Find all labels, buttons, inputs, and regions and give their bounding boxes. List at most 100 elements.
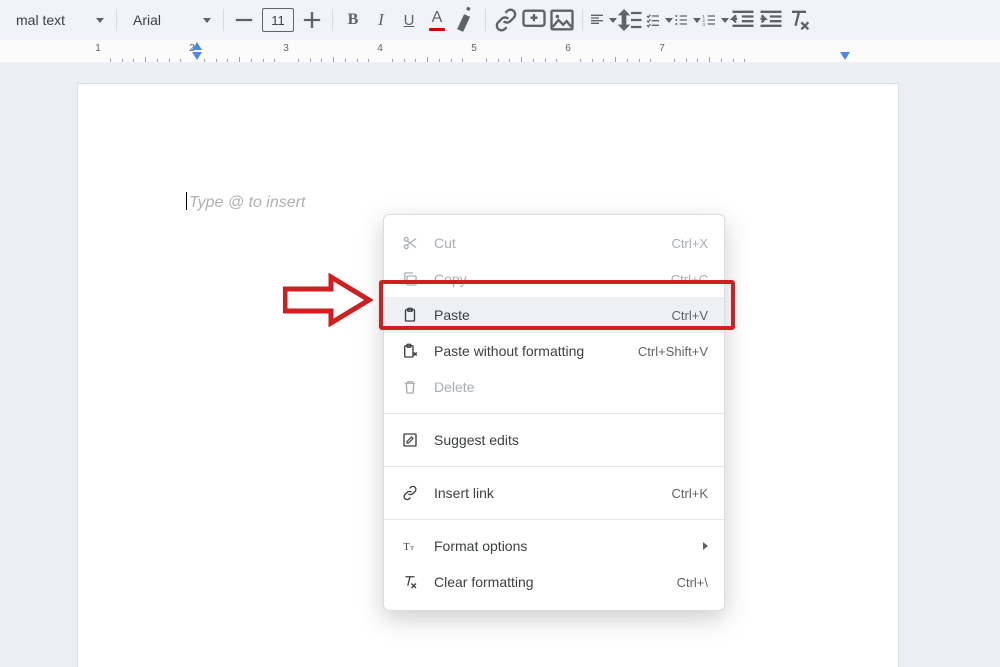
chevron-down-icon [203, 18, 211, 23]
toolbar: mal text Arial 11 B I U A [0, 0, 1000, 41]
clear-formatting-button[interactable] [785, 6, 813, 34]
link-icon [400, 483, 420, 503]
bold-icon: B [348, 11, 359, 29]
separator [332, 9, 333, 31]
italic-button[interactable]: I [367, 6, 395, 34]
font-size-input[interactable]: 11 [262, 8, 294, 32]
menu-item-label: Paste [434, 307, 658, 323]
decrease-indent-button[interactable] [729, 6, 757, 34]
menu-item-shortcut: Ctrl+C [671, 272, 708, 287]
numbered-list-icon: 123 [701, 12, 717, 28]
menu-divider [384, 466, 724, 467]
underline-button[interactable]: U [395, 6, 423, 34]
menu-item-insert-link[interactable]: Insert link Ctrl+K [384, 475, 724, 511]
decrease-font-size-button[interactable] [230, 6, 258, 34]
menu-item-clear-formatting[interactable]: Clear formatting Ctrl+\ [384, 564, 724, 600]
insert-image-button[interactable] [548, 6, 576, 34]
menu-item-paste[interactable]: Paste Ctrl+V [384, 297, 724, 333]
text-cursor [186, 192, 187, 210]
ruler-number: 4 [377, 43, 383, 54]
menu-item-shortcut: Ctrl+Shift+V [638, 344, 708, 359]
menu-item-cut: Cut Ctrl+X [384, 225, 724, 261]
chevron-down-icon [96, 18, 104, 23]
menu-item-shortcut: Ctrl+X [672, 236, 708, 251]
paragraph-style-select[interactable]: mal text [6, 6, 110, 34]
context-menu: Cut Ctrl+X Copy Ctrl+C Paste Ctrl+V Paste with… [383, 214, 725, 611]
menu-item-copy: Copy Ctrl+C [384, 261, 724, 297]
menu-item-label: Delete [434, 379, 694, 395]
checklist-button[interactable] [645, 6, 673, 34]
menu-item-label: Clear formatting [434, 574, 663, 590]
text-color-icon: A [432, 9, 443, 27]
separator [485, 9, 486, 31]
menu-item-format-options[interactable]: TT Format options [384, 528, 724, 564]
document-body[interactable]: Type @ to insert [186, 192, 790, 212]
paste-nf-icon [400, 341, 420, 361]
menu-item-paste-without-formatting[interactable]: Paste without formatting Ctrl+Shift+V [384, 333, 724, 369]
menu-divider [384, 519, 724, 520]
link-icon [492, 6, 520, 34]
ruler-number: 5 [471, 43, 477, 54]
chevron-down-icon [609, 18, 617, 23]
svg-text:3: 3 [702, 22, 705, 27]
separator [582, 9, 583, 31]
separator [223, 9, 224, 31]
bulleted-list-button[interactable] [673, 6, 701, 34]
clear-formatting-icon [785, 6, 813, 34]
add-comment-button[interactable] [520, 6, 548, 34]
numbered-list-button[interactable]: 123 [701, 6, 729, 34]
menu-item-delete: Delete [384, 369, 724, 405]
insert-link-button[interactable] [492, 6, 520, 34]
bold-button[interactable]: B [339, 6, 367, 34]
cut-icon [400, 233, 420, 253]
chevron-down-icon [721, 18, 729, 23]
document-placeholder: Type @ to insert [189, 194, 305, 211]
increase-indent-button[interactable] [757, 6, 785, 34]
decrease-indent-icon [729, 6, 757, 34]
clear-icon [400, 572, 420, 592]
font-family-label: Arial [133, 12, 161, 28]
ruler: 1234567 [0, 40, 1000, 63]
copy-icon [400, 269, 420, 289]
format-icon: TT [400, 536, 420, 556]
increase-indent-icon [757, 6, 785, 34]
line-spacing-icon [617, 6, 645, 34]
menu-item-label: Insert link [434, 485, 658, 501]
chevron-down-icon [693, 18, 701, 23]
chevron-down-icon [665, 18, 673, 23]
ruler-indent-marker-right[interactable] [840, 52, 850, 60]
bulleted-list-icon [673, 12, 689, 28]
plus-icon [298, 6, 326, 34]
checklist-icon [645, 12, 661, 28]
menu-item-shortcut: Ctrl+K [672, 486, 708, 501]
delete-icon [400, 377, 420, 397]
text-color-swatch [429, 28, 445, 31]
paste-icon [400, 305, 420, 325]
highlighter-icon [447, 2, 483, 38]
menu-item-label: Suggest edits [434, 432, 694, 448]
horizontal-align-button[interactable] [589, 6, 617, 34]
menu-item-shortcut: Ctrl+\ [677, 575, 708, 590]
paragraph-style-label: mal text [16, 12, 65, 28]
minus-icon [230, 6, 258, 34]
ruler-number: 6 [565, 43, 571, 54]
chevron-right-icon [703, 542, 708, 550]
menu-item-label: Paste without formatting [434, 343, 624, 359]
ruler-first-line-marker[interactable] [192, 42, 202, 50]
menu-item-label: Cut [434, 235, 658, 251]
menu-item-label: Format options [434, 538, 689, 554]
ruler-indent-marker-left[interactable] [192, 52, 202, 60]
ruler-number: 7 [659, 43, 665, 54]
suggest-icon [400, 430, 420, 450]
menu-item-label: Copy [434, 271, 657, 287]
line-spacing-button[interactable] [617, 6, 645, 34]
menu-item-suggest-edits[interactable]: Suggest edits [384, 422, 724, 458]
font-family-select[interactable]: Arial [123, 6, 217, 34]
image-icon [548, 6, 576, 34]
increase-font-size-button[interactable] [298, 6, 326, 34]
menu-divider [384, 413, 724, 414]
text-color-button[interactable]: A [423, 6, 451, 34]
menu-item-shortcut: Ctrl+V [672, 308, 708, 323]
highlight-color-button[interactable] [451, 6, 479, 34]
italic-icon: I [378, 10, 384, 30]
